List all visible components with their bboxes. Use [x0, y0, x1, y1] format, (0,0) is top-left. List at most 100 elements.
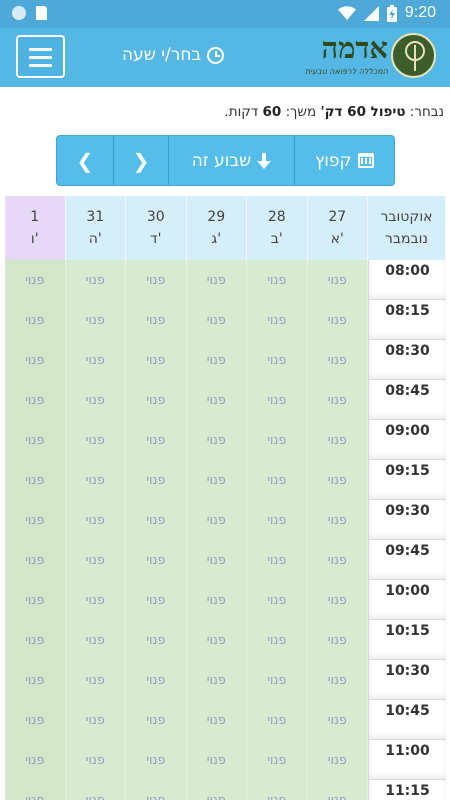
available-slot[interactable]: פנוי: [65, 260, 126, 300]
available-slot[interactable]: פנוי: [186, 340, 247, 380]
available-slot[interactable]: פנוי: [65, 620, 126, 660]
available-slot[interactable]: פנוי: [126, 380, 187, 420]
available-slot[interactable]: פנוי: [186, 620, 247, 660]
available-slot[interactable]: פנוי: [186, 580, 247, 620]
available-slot[interactable]: פנוי: [247, 340, 308, 380]
selection-treatment: טיפול 60 דק': [320, 104, 406, 120]
chevron-right-icon: ❯: [132, 148, 150, 173]
available-slot[interactable]: פנוי: [186, 780, 247, 800]
available-slot[interactable]: פנוי: [186, 540, 247, 580]
available-slot[interactable]: פנוי: [126, 660, 187, 700]
available-slot[interactable]: פנוי: [65, 300, 126, 340]
available-slot[interactable]: פנוי: [126, 340, 187, 380]
appointment-grid: אוקטובר נובמבר 27 א' 28 ב' 29 ג' 30 ד' 31 ה' 1 ו' 0…: [5, 196, 446, 800]
available-slot[interactable]: פנוי: [247, 300, 308, 340]
available-slot[interactable]: פנוי: [65, 540, 126, 580]
next-week-button[interactable]: ❮: [57, 136, 113, 185]
available-slot[interactable]: פנוי: [307, 260, 368, 300]
sd-card-icon: [36, 6, 47, 20]
available-slot[interactable]: פנוי: [307, 700, 368, 740]
available-slot[interactable]: פנוי: [186, 460, 247, 500]
available-slot[interactable]: פנוי: [307, 340, 368, 380]
available-slot[interactable]: פנוי: [5, 260, 66, 300]
menu-button[interactable]: [16, 35, 65, 78]
available-slot[interactable]: פנוי: [65, 340, 126, 380]
available-slot[interactable]: פנוי: [247, 420, 308, 460]
available-slot[interactable]: פנוי: [65, 500, 126, 540]
available-slot[interactable]: פנוי: [65, 580, 126, 620]
available-slot[interactable]: פנוי: [126, 540, 187, 580]
available-slot[interactable]: פנוי: [307, 380, 368, 420]
available-slot[interactable]: פנוי: [186, 260, 247, 300]
available-slot[interactable]: פנוי: [126, 420, 187, 460]
available-slot[interactable]: פנוי: [126, 740, 187, 780]
available-slot[interactable]: פנוי: [5, 500, 66, 540]
available-slot[interactable]: פנוי: [186, 500, 247, 540]
time-row: 10:45 פנוי פנוי פנוי פנוי פנוי פנוי: [5, 700, 446, 740]
available-slot[interactable]: פנוי: [247, 380, 308, 420]
available-slot[interactable]: פנוי: [186, 420, 247, 460]
time-row: 11:15 פנוי פנוי פנוי פנוי פנוי פנוי: [5, 780, 446, 800]
available-slot[interactable]: פנוי: [126, 620, 187, 660]
available-slot[interactable]: פנוי: [5, 540, 66, 580]
available-slot[interactable]: פנוי: [247, 540, 308, 580]
time-row: 09:45 פנוי פנוי פנוי פנוי פנוי פנוי: [5, 540, 446, 580]
available-slot[interactable]: פנוי: [5, 460, 66, 500]
available-slot[interactable]: פנוי: [247, 500, 308, 540]
available-slot[interactable]: פנוי: [247, 260, 308, 300]
available-slot[interactable]: פנוי: [65, 380, 126, 420]
available-slot[interactable]: פנוי: [5, 300, 66, 340]
status-bar: 9:20: [0, 0, 450, 28]
available-slot[interactable]: פנוי: [186, 300, 247, 340]
available-slot[interactable]: פנוי: [186, 740, 247, 780]
available-slot[interactable]: פנוי: [126, 260, 187, 300]
available-slot[interactable]: פנוי: [307, 460, 368, 500]
available-slot[interactable]: פנוי: [247, 580, 308, 620]
available-slot[interactable]: פנוי: [65, 660, 126, 700]
available-slot[interactable]: פנוי: [247, 460, 308, 500]
available-slot[interactable]: פנוי: [126, 780, 187, 800]
this-week-button[interactable]: שבוע זה: [168, 136, 293, 185]
available-slot[interactable]: פנוי: [247, 780, 308, 800]
available-slot[interactable]: פנוי: [65, 780, 126, 800]
available-slot[interactable]: פנוי: [307, 620, 368, 660]
available-slot[interactable]: פנוי: [126, 460, 187, 500]
available-slot[interactable]: פנוי: [65, 460, 126, 500]
available-slot[interactable]: פנוי: [126, 300, 187, 340]
available-slot[interactable]: פנוי: [186, 700, 247, 740]
available-slot[interactable]: פנוי: [186, 380, 247, 420]
available-slot[interactable]: פנוי: [5, 380, 66, 420]
available-slot[interactable]: פנוי: [65, 740, 126, 780]
available-slot[interactable]: פנוי: [5, 660, 66, 700]
available-slot[interactable]: פנוי: [65, 420, 126, 460]
available-slot[interactable]: פנוי: [307, 420, 368, 460]
available-slot[interactable]: פנוי: [307, 580, 368, 620]
available-slot[interactable]: פנוי: [5, 340, 66, 380]
available-slot[interactable]: פנוי: [247, 620, 308, 660]
available-slot[interactable]: פנוי: [186, 660, 247, 700]
available-slot[interactable]: פנוי: [5, 700, 66, 740]
available-slot[interactable]: פנוי: [126, 580, 187, 620]
available-slot[interactable]: פנוי: [307, 780, 368, 800]
available-slot[interactable]: פנוי: [307, 540, 368, 580]
jump-button[interactable]: קפוץ: [293, 136, 394, 185]
available-slot[interactable]: פנוי: [126, 500, 187, 540]
available-slot[interactable]: פנוי: [5, 780, 66, 800]
available-slot[interactable]: פנוי: [5, 580, 66, 620]
available-slot[interactable]: פנוי: [65, 700, 126, 740]
available-slot[interactable]: פנוי: [307, 740, 368, 780]
available-slot[interactable]: פנוי: [247, 700, 308, 740]
available-slot[interactable]: פנוי: [307, 660, 368, 700]
available-slot[interactable]: פנוי: [247, 740, 308, 780]
available-slot[interactable]: פנוי: [247, 660, 308, 700]
available-slot[interactable]: פנוי: [307, 500, 368, 540]
available-slot[interactable]: פנוי: [5, 740, 66, 780]
available-slot[interactable]: פנוי: [5, 420, 66, 460]
previous-week-button[interactable]: ❯: [112, 136, 169, 185]
available-slot[interactable]: פנוי: [5, 620, 66, 660]
available-slot[interactable]: פנוי: [126, 700, 187, 740]
day-header: 1 ו': [5, 196, 66, 260]
logo[interactable]: אדמה המכללה לרפואה טבעית: [296, 31, 436, 83]
available-slot[interactable]: פנוי: [307, 300, 368, 340]
time-label: 10:00: [368, 580, 446, 620]
